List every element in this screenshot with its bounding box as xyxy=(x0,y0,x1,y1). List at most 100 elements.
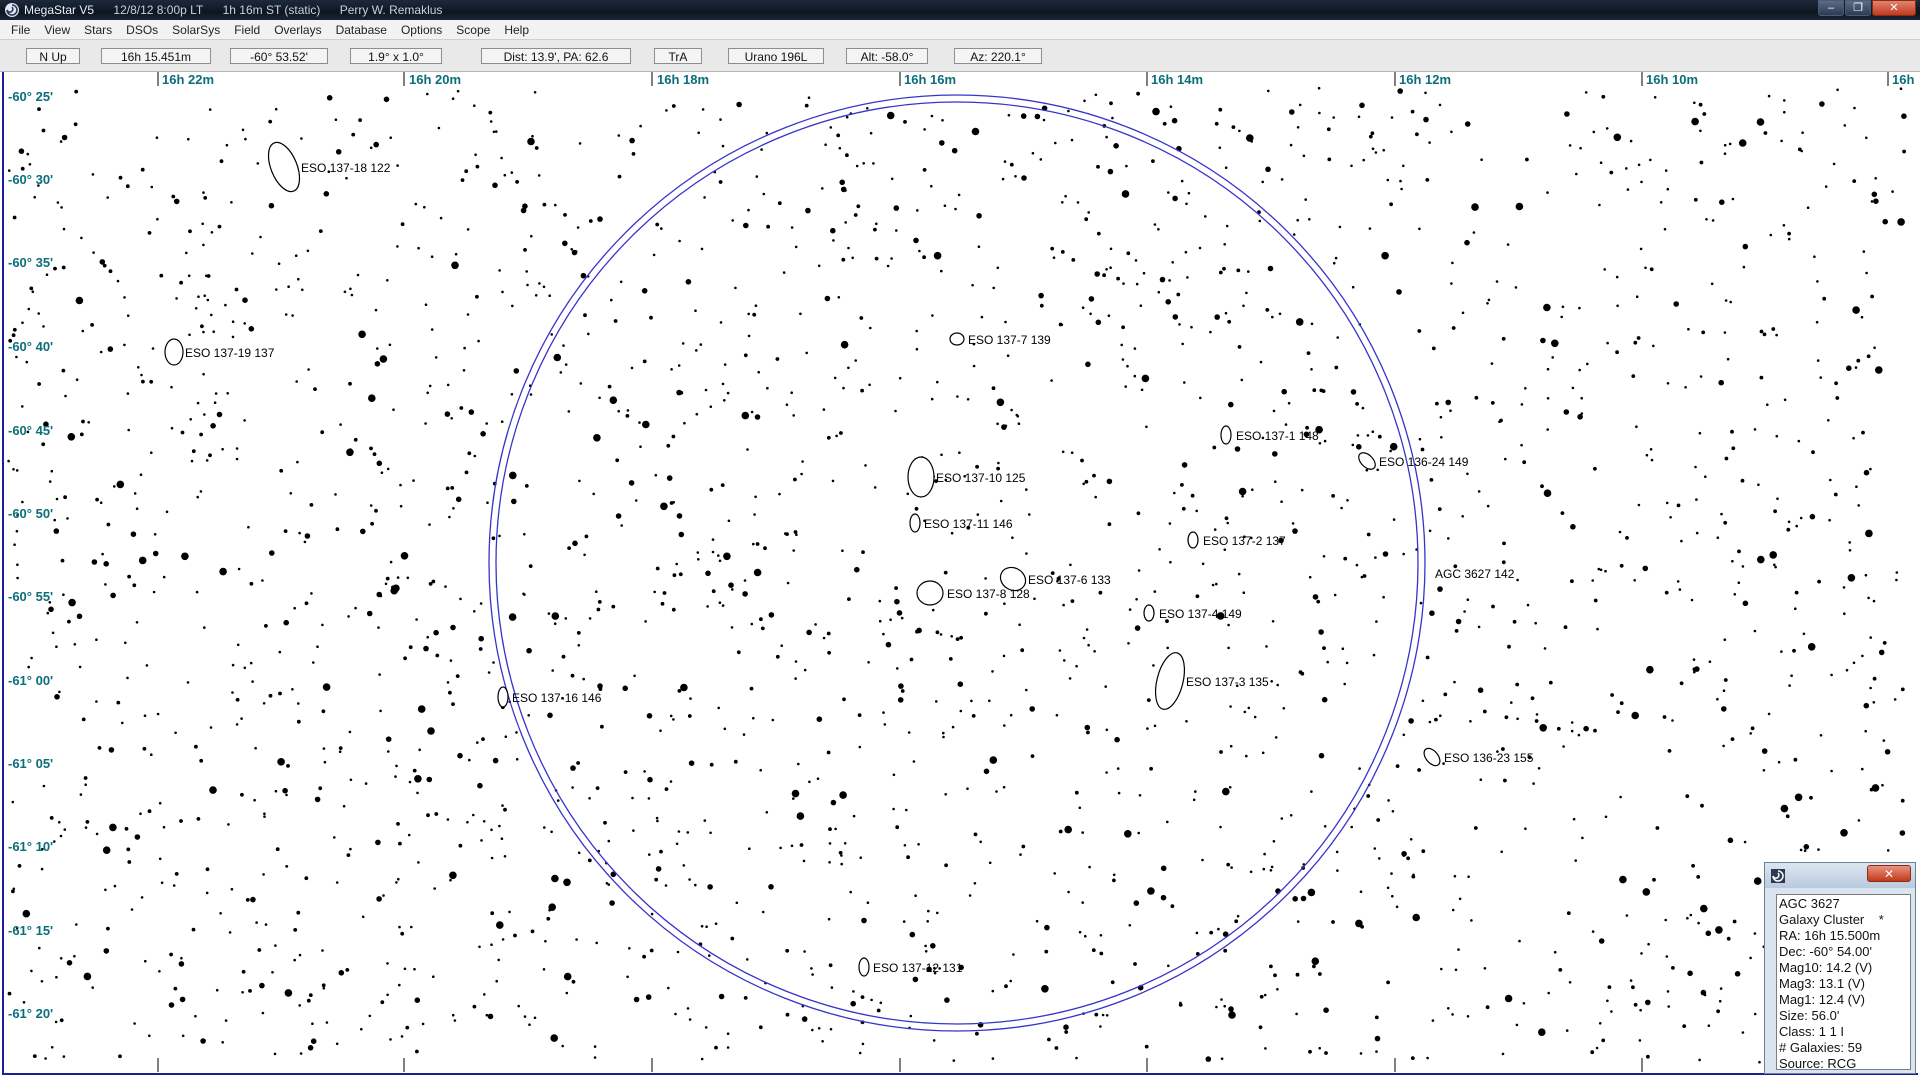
menu-help[interactable]: Help xyxy=(497,23,536,37)
galaxy-eso-137-4[interactable] xyxy=(1143,604,1155,622)
star xyxy=(644,422,648,426)
orientation-field[interactable]: N Up xyxy=(26,48,80,64)
star-chart[interactable]: 16h 22m 16h 20m 16h 18m 16h 16m 16h 14m … xyxy=(2,72,1918,1075)
star xyxy=(1540,337,1546,344)
galaxy-eso-136-24[interactable] xyxy=(1356,450,1379,473)
menu-options[interactable]: Options xyxy=(394,23,449,37)
object-label[interactable]: ESO 137-19 137 xyxy=(185,346,275,360)
star xyxy=(1190,493,1195,498)
galaxy-eso-137-7[interactable] xyxy=(949,332,965,346)
galaxy-eso-137-19[interactable] xyxy=(164,338,184,366)
star xyxy=(1464,239,1470,246)
star xyxy=(526,283,529,287)
star xyxy=(347,615,350,618)
object-label[interactable]: ESO 136-24 149 xyxy=(1379,455,1469,469)
galaxy-eso-136-23[interactable] xyxy=(1421,745,1443,768)
star xyxy=(801,1016,808,1022)
star xyxy=(1568,144,1572,147)
star xyxy=(1078,806,1082,810)
galaxy-eso-137-8[interactable] xyxy=(916,580,944,606)
galaxy-eso-137-12[interactable] xyxy=(858,957,870,977)
galaxy-eso-137-18[interactable] xyxy=(262,138,306,196)
star xyxy=(1437,586,1443,592)
star xyxy=(174,731,177,735)
star xyxy=(609,396,618,405)
star xyxy=(175,297,178,300)
object-label[interactable]: ESO 137-8 128 xyxy=(947,587,1030,601)
object-label[interactable]: ESO 137-12 131 xyxy=(873,961,963,975)
info-close-button[interactable]: ✕ xyxy=(1867,865,1911,882)
galaxy-eso-137-11[interactable] xyxy=(909,513,921,533)
object-label[interactable]: ESO 137-16 146 xyxy=(512,691,602,705)
star xyxy=(989,756,998,764)
object-label[interactable]: ESO 137-10 125 xyxy=(936,471,1026,485)
galaxy-eso-137-2[interactable] xyxy=(1187,531,1199,549)
menu-solarsys[interactable]: SolarSys xyxy=(165,23,227,37)
star xyxy=(439,216,443,220)
star xyxy=(1543,489,1552,498)
menu-scope[interactable]: Scope xyxy=(449,23,497,37)
star-chart-canvas[interactable]: 16h 22m 16h 20m 16h 18m 16h 16m 16h 14m … xyxy=(4,72,1916,1073)
megastar-app-icon[interactable] xyxy=(4,2,20,18)
fov-field[interactable]: 1.9° x 1.0° xyxy=(350,48,442,64)
star xyxy=(463,346,466,350)
star xyxy=(1451,1013,1454,1016)
star xyxy=(894,586,898,590)
menu-database[interactable]: Database xyxy=(329,23,394,37)
menu-file[interactable]: File xyxy=(4,23,37,37)
star xyxy=(294,254,298,257)
menu-field[interactable]: Field xyxy=(227,23,267,37)
star xyxy=(576,226,580,229)
menu-stars[interactable]: Stars xyxy=(77,23,119,37)
star xyxy=(1860,315,1864,319)
ra-tick-label: 16h xyxy=(1892,72,1914,87)
star xyxy=(1652,877,1656,882)
star xyxy=(55,975,58,979)
galaxy-eso-137-3[interactable] xyxy=(1150,650,1189,713)
star xyxy=(95,638,98,641)
menu-view[interactable]: View xyxy=(37,23,77,37)
star xyxy=(1872,701,1876,704)
info-ra: RA: 16h 15.500m xyxy=(1779,928,1881,943)
object-label[interactable]: ESO 137-1 148 xyxy=(1236,429,1319,443)
star xyxy=(456,89,460,93)
star xyxy=(235,447,239,450)
star xyxy=(1289,109,1295,115)
star xyxy=(1218,107,1223,112)
galaxy-eso-137-10[interactable] xyxy=(907,456,935,498)
object-label[interactable]: ESO 137-18 122 xyxy=(301,161,391,175)
close-button[interactable]: ✕ xyxy=(1872,0,1916,16)
star xyxy=(306,249,310,253)
menu-dsos[interactable]: DSOs xyxy=(119,23,165,37)
object-label[interactable]: ESO 136-23 155 xyxy=(1444,751,1534,765)
object-label[interactable]: ESO 137-11 146 xyxy=(924,517,1013,531)
dec-field[interactable]: -60° 53.52' xyxy=(230,48,328,64)
star xyxy=(1019,853,1022,856)
star xyxy=(1124,385,1127,388)
star xyxy=(1431,1019,1435,1022)
star xyxy=(269,550,275,556)
star xyxy=(1753,932,1757,935)
object-label[interactable]: ESO 137-4 149 xyxy=(1159,607,1242,621)
star xyxy=(1265,645,1268,648)
object-label[interactable]: ESO 137-6 133 xyxy=(1028,573,1111,587)
star xyxy=(979,840,982,844)
minimize-button[interactable]: – xyxy=(1818,0,1844,16)
object-label[interactable]: ESO 137-7 139 xyxy=(968,333,1051,347)
object-label[interactable]: ESO 137-3 135 xyxy=(1186,675,1269,689)
star xyxy=(1471,203,1479,211)
constellation-field: TrA xyxy=(654,48,702,64)
star xyxy=(1788,684,1791,687)
galaxy-eso-137-1[interactable] xyxy=(1220,425,1232,445)
star xyxy=(1543,303,1551,312)
star xyxy=(718,601,722,604)
galaxy-eso-137-16[interactable] xyxy=(497,686,509,708)
object-label[interactable]: ESO 137-2 137 xyxy=(1203,534,1286,548)
star xyxy=(1214,121,1219,126)
star xyxy=(600,724,604,729)
object-label[interactable]: AGC 3627 142 xyxy=(1435,567,1515,581)
menu-overlays[interactable]: Overlays xyxy=(267,23,328,37)
star xyxy=(598,396,601,400)
ra-field[interactable]: 16h 15.451m xyxy=(101,48,211,64)
restore-button[interactable]: ❐ xyxy=(1845,0,1871,16)
